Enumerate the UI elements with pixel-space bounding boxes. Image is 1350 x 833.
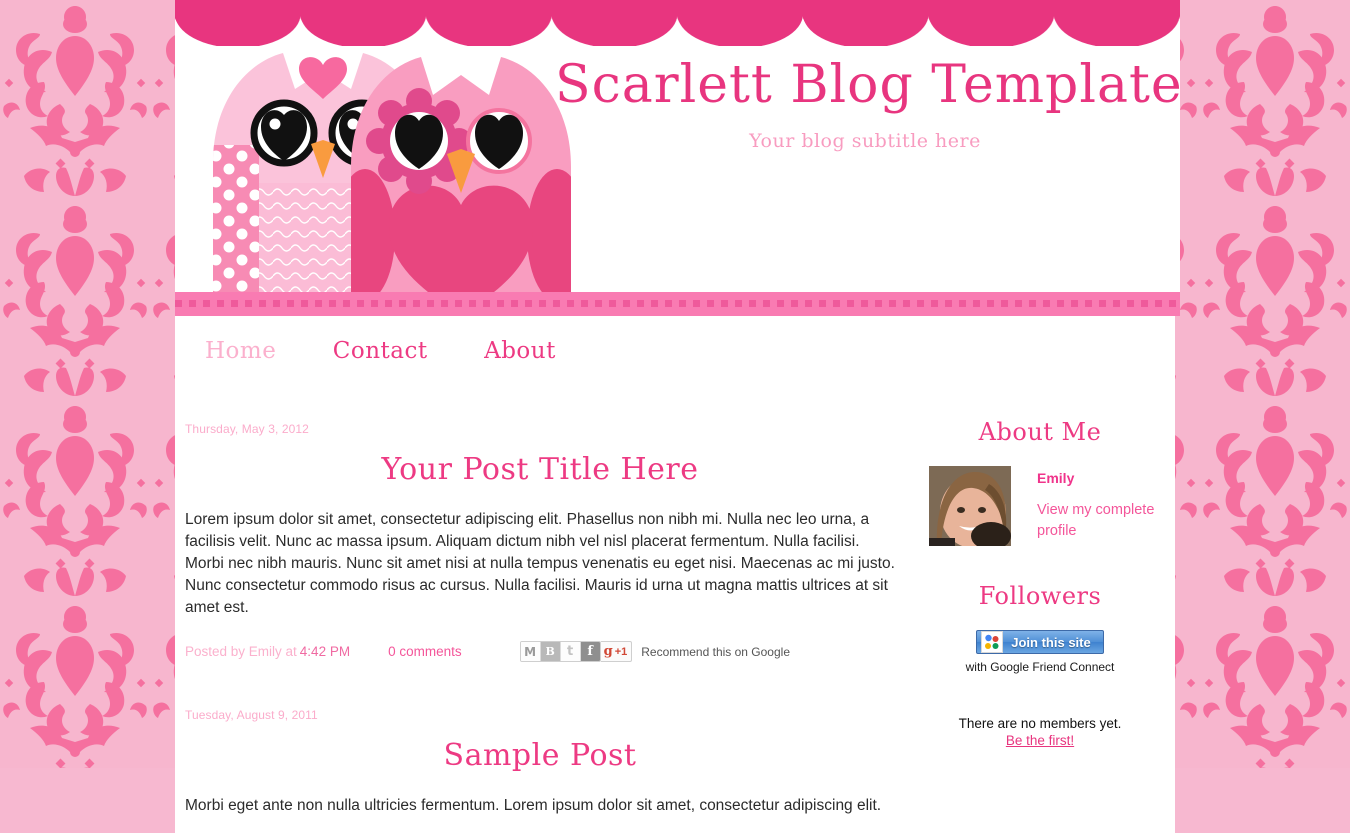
blog-post: Tuesday, August 9, 2011 Sample Post Morb… [185, 708, 895, 817]
scallop-border [175, 0, 1180, 46]
google-plus-count: +1 [614, 645, 628, 658]
post-title: Your Post Title Here [381, 452, 699, 487]
join-this-site-label: Join this site [1011, 634, 1091, 650]
recommend-on-google-text: Recommend this on Google [641, 644, 790, 659]
share-icon-group: M B t f [519, 641, 601, 662]
content-shell: Home Contact About Thursday, May 3, 2012… [175, 316, 1175, 833]
about-me-heading: About Me [978, 418, 1102, 446]
be-the-first-link[interactable]: Be the first! [1006, 733, 1074, 748]
owl-right [351, 57, 571, 292]
view-profile-link[interactable]: View my complete profile [1037, 500, 1157, 542]
twitter-icon[interactable]: t [560, 642, 581, 661]
blogger-icon[interactable]: B [540, 642, 561, 661]
blog-title: Scarlett Blog Template [555, 55, 1180, 115]
blog-header: Scarlett Blog Template Your blog subtitl… [175, 0, 1180, 292]
post-author-label: Posted by Emily at [185, 644, 297, 659]
page-wrapper: Scarlett Blog Template Your blog subtitl… [175, 0, 1180, 833]
gfc-logo-glyph [982, 632, 1003, 652]
post-body: Lorem ipsum dolor sit amet, consectetur … [185, 511, 895, 616]
share-buttons: M B t f g +1 Recommend this on Google [519, 641, 790, 662]
header-inner: Scarlett Blog Template Your blog subtitl… [175, 46, 1180, 292]
columns-wrapper: Thursday, May 3, 2012 Your Post Title He… [175, 378, 1175, 833]
about-me-text: Emily View my complete profile [1037, 466, 1157, 542]
avatar [929, 466, 1011, 546]
dotted-divider-bar [175, 292, 1180, 316]
post-time: 4:42 PM [299, 644, 351, 659]
author-name: Emily [1037, 470, 1075, 486]
post-date: Tuesday, August 9, 2011 [185, 708, 318, 722]
sidebar: About Me Emily View my complete profile … [915, 378, 1175, 833]
about-me-widget: Emily View my complete profile [915, 466, 1165, 546]
blog-subtitle: Your blog subtitle here [749, 129, 981, 152]
main-navigation: Home Contact About [175, 316, 1175, 378]
nav-item-contact[interactable]: Contact [333, 338, 428, 364]
google-plus-one-button[interactable]: g +1 [600, 641, 633, 662]
blog-post: Thursday, May 3, 2012 Your Post Title He… [185, 422, 895, 662]
post-footer: Posted by Emily at 4:42 PM 0 comments M … [185, 641, 895, 662]
join-this-site-button[interactable]: Join this site [976, 630, 1104, 654]
followers-heading: Followers [978, 582, 1102, 610]
dotted-divider-dots [175, 300, 1180, 307]
avatar-image [929, 466, 1011, 546]
owl-illustration [213, 53, 571, 292]
google-plus-icon: g [603, 644, 613, 659]
google-friend-connect-label: with Google Friend Connect [965, 660, 1115, 674]
main-column: Thursday, May 3, 2012 Your Post Title He… [175, 378, 915, 833]
facebook-icon[interactable]: f [580, 642, 600, 661]
header-title-block: Scarlett Blog Template Your blog subtitl… [555, 55, 1180, 152]
followers-widget: Followers Join this site with Google Fri… [915, 582, 1165, 750]
post-date: Thursday, May 3, 2012 [185, 422, 309, 436]
comments-link[interactable]: 0 comments [388, 644, 462, 659]
google-friend-connect-icon [981, 631, 1004, 653]
nav-item-about[interactable]: About [484, 338, 556, 364]
nav-item-home[interactable]: Home [205, 338, 276, 364]
gmail-icon[interactable]: M [520, 642, 541, 661]
post-body: Morbi eget ante non nulla ultricies ferm… [185, 797, 882, 814]
no-members-text: There are no members yet. [958, 716, 1122, 731]
